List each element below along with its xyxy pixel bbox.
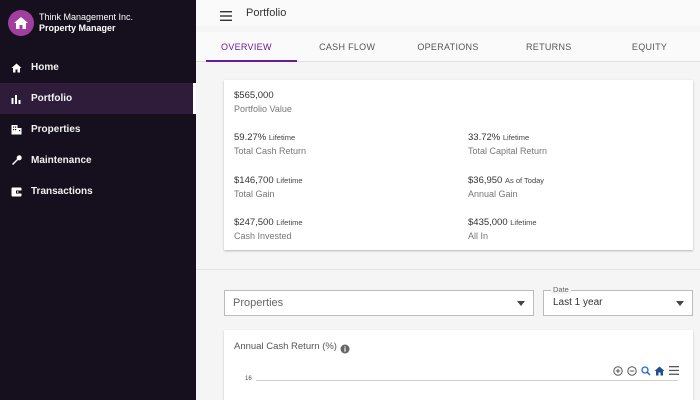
company-name: Think Management Inc. [39,12,134,22]
properties-select[interactable]: Properties [224,290,534,316]
dropdown-arrow-icon [517,301,525,306]
metric-suffix: Lifetime [276,218,303,227]
properties-select-placeholder: Properties [233,297,284,309]
metric-value: 33.72% [468,132,501,143]
sidebar-item-portfolio[interactable]: Portfolio [0,83,196,114]
metric-label: All In [468,231,489,241]
zoom-out-icon[interactable] [626,365,637,376]
metric-suffix: Lifetime [502,133,530,142]
sidebar-nav: Home Portfolio Properties Maintenance Tr… [0,52,196,207]
house-logo-icon [8,10,34,36]
metric-all-in: $435,000 Lifetime All In [468,217,537,241]
reset-zoom-home-icon[interactable] [654,365,665,376]
metric-cash-invested: $247,500 Lifetime Cash Invested [234,217,303,241]
tab-cash-flow[interactable]: CASH FLOW [297,32,398,61]
metric-value: $146,700 [234,175,274,186]
tab-bar: OVERVIEW CASH FLOW OPERATIONS RETURNS EQ… [196,32,700,62]
info-icon[interactable] [340,341,350,354]
bar-chart-icon [9,92,23,106]
brand[interactable]: Think Management Inc. Property Manager [8,10,133,36]
building-icon [9,123,23,137]
metric-value: 59.27% [234,132,267,143]
metric-label: Annual Gain [468,189,518,199]
metric-label: Cash Invested [234,231,292,241]
metric-label: Total Cash Return [234,146,307,156]
hamburger-menu-icon[interactable] [220,8,232,21]
metric-suffix: Lifetime [276,176,303,185]
chart-title: Annual Cash Return (%) [234,341,337,352]
metric-total-cash-return: 59.27% Lifetime Total Cash Return [234,132,306,156]
sidebar-item-transactions[interactable]: Transactions [0,176,196,207]
metric-label: Portfolio Value [234,104,292,114]
tab-returns[interactable]: RETURNS [498,32,599,61]
metric-portfolio-value: $565,000 Portfolio Value [234,90,292,114]
zoom-in-icon[interactable] [612,365,623,376]
tab-operations[interactable]: OPERATIONS [398,32,499,61]
metric-value: $565,000 [234,90,274,101]
tab-equity[interactable]: EQUITY [599,32,700,61]
date-select-value: Last 1 year [553,297,603,308]
section-divider [196,269,700,270]
metric-suffix: Lifetime [268,133,296,142]
tab-overview[interactable]: OVERVIEW [196,32,297,62]
portfolio-summary-card: $565,000 Portfolio Value 59.27% Lifetime… [224,80,693,250]
metric-annual-gain: $36,950 As of Today Annual Gain [468,175,544,199]
sidebar-item-home[interactable]: Home [0,52,196,83]
metric-label: Total Capital Return [468,146,548,156]
metric-label: Total Gain [234,189,275,199]
sidebar-item-label: Transactions [31,186,93,197]
chart-grid-line [256,380,678,381]
wallet-icon [9,185,23,199]
sidebar-item-label: Home [31,62,59,73]
sidebar: Think Management Inc. Property Manager H… [0,0,196,400]
sidebar-item-maintenance[interactable]: Maintenance [0,145,196,176]
sidebar-item-label: Maintenance [31,155,92,166]
annual-cash-return-chart-card: Annual Cash Return (%) 16 [224,330,693,400]
metric-suffix: As of Today [504,176,545,185]
home-icon [9,61,23,75]
wrench-icon [9,154,23,168]
date-select[interactable]: Date Last 1 year [543,285,693,316]
metric-suffix: Lifetime [510,218,537,227]
metric-value: $247,500 [234,217,274,228]
top-bar: Portfolio [196,0,700,26]
metric-total-gain: $146,700 Lifetime Total Gain [234,175,303,199]
sidebar-item-properties[interactable]: Properties [0,114,196,145]
user-role: Property Manager [39,23,116,33]
page-title: Portfolio [246,7,287,19]
y-axis-tick-label: 16 [245,376,252,382]
sidebar-item-label: Properties [31,124,81,135]
chart-toolbar [612,365,679,376]
date-select-label: Date [551,285,571,294]
sidebar-item-label: Portfolio [31,93,73,104]
metric-total-capital-return: 33.72% Lifetime Total Capital Return [468,132,547,156]
dropdown-arrow-icon [676,301,684,306]
metric-value: $435,000 [468,217,508,228]
magnifier-zoom-icon[interactable] [640,365,651,376]
chart-menu-icon[interactable] [668,365,679,376]
metric-value: $36,950 [468,175,503,186]
